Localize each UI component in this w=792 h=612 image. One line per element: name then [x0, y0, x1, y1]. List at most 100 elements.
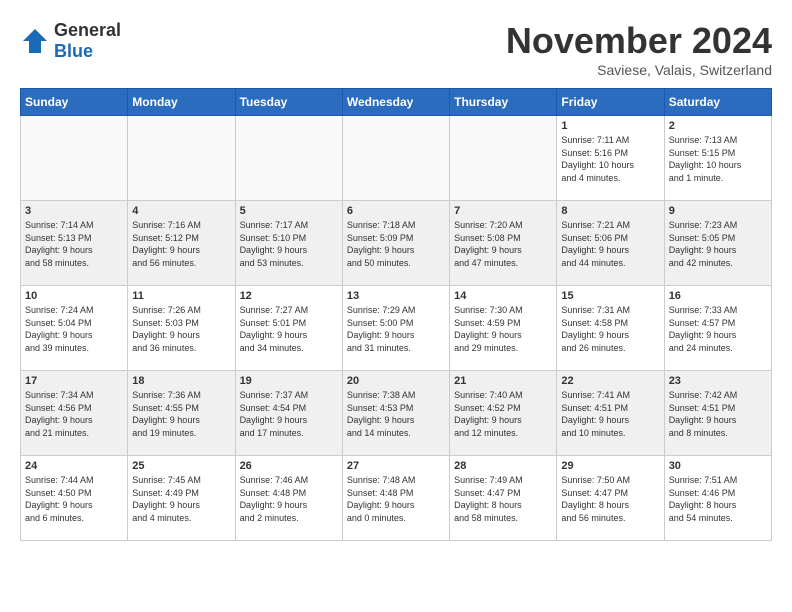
day-info: Sunrise: 7:29 AM Sunset: 5:00 PM Dayligh…: [347, 304, 445, 354]
calendar-week-row: 24Sunrise: 7:44 AM Sunset: 4:50 PM Dayli…: [21, 456, 772, 541]
calendar-week-row: 10 Sunrise: 7:24 AM Sunset: 5:04 PM Dayli…: [21, 286, 772, 371]
weekday-header-cell: Wednesday: [342, 89, 449, 116]
calendar-day-cell: 7 Sunrise: 7:20 AM Sunset: 5:08 PM Daylig…: [450, 201, 557, 286]
day-info: Sunrise: 7:31 AM Sunset: 4:58 PM Dayligh…: [561, 304, 659, 354]
calendar-body: 1 Sunrise: 7:11 AM Sunset: 5:16 PM Daylig…: [21, 116, 772, 541]
month-title: November 2024: [506, 20, 772, 62]
calendar-day-cell: 8 Sunrise: 7:21 AM Sunset: 5:06 PM Daylig…: [557, 201, 664, 286]
day-number: 8: [561, 205, 659, 217]
weekday-header-row: SundayMondayTuesdayWednesdayThursdayFrid…: [21, 89, 772, 116]
day-info: Sunrise: 7:20 AM Sunset: 5:08 PM Dayligh…: [454, 219, 552, 269]
day-info: Sunrise: 7:18 AM Sunset: 5:09 PM Dayligh…: [347, 219, 445, 269]
calendar-day-cell: 19 Sunrise: 7:37 AM Sunset: 4:54 PM Dayli…: [235, 371, 342, 456]
day-number: 20: [347, 375, 445, 387]
calendar-day-cell: [450, 116, 557, 201]
day-number: 10: [25, 290, 123, 302]
day-number: 26: [240, 460, 338, 472]
day-info: Sunrise: 7:40 AM Sunset: 4:52 PM Dayligh…: [454, 389, 552, 439]
day-info: Sunrise: 7:23 AM Sunset: 5:05 PM Dayligh…: [669, 219, 767, 269]
day-number: 27: [347, 460, 445, 472]
day-number: 7: [454, 205, 552, 217]
calendar-day-cell: [342, 116, 449, 201]
day-info: Sunrise: 7:50 AM Sunset: 4:47 PM Dayligh…: [561, 474, 659, 524]
day-number: 3: [25, 205, 123, 217]
location-subtitle: Saviese, Valais, Switzerland: [506, 62, 772, 78]
calendar-day-cell: 14 Sunrise: 7:30 AM Sunset: 4:59 PM Dayli…: [450, 286, 557, 371]
calendar-day-cell: 9 Sunrise: 7:23 AM Sunset: 5:05 PM Daylig…: [664, 201, 771, 286]
logo: General Blue: [20, 20, 121, 62]
day-info: Sunrise: 7:34 AM Sunset: 4:56 PM Dayligh…: [25, 389, 123, 439]
day-number: 6: [347, 205, 445, 217]
calendar-day-cell: 30 Sunrise: 7:51 AM Sunset: 4:46 PM Dayli…: [664, 456, 771, 541]
calendar-week-row: 1 Sunrise: 7:11 AM Sunset: 5:16 PM Daylig…: [21, 116, 772, 201]
calendar-day-cell: 17Sunrise: 7:34 AM Sunset: 4:56 PM Dayli…: [21, 371, 128, 456]
calendar-day-cell: 21 Sunrise: 7:40 AM Sunset: 4:52 PM Dayli…: [450, 371, 557, 456]
day-number: 9: [669, 205, 767, 217]
day-number: 13: [347, 290, 445, 302]
day-info: Sunrise: 7:49 AM Sunset: 4:47 PM Dayligh…: [454, 474, 552, 524]
calendar-day-cell: 10 Sunrise: 7:24 AM Sunset: 5:04 PM Dayli…: [21, 286, 128, 371]
day-number: 4: [132, 205, 230, 217]
day-number: 2: [669, 120, 767, 132]
calendar-week-row: 3Sunrise: 7:14 AM Sunset: 5:13 PM Daylig…: [21, 201, 772, 286]
calendar-day-cell: [21, 116, 128, 201]
title-area: November 2024 Saviese, Valais, Switzerla…: [506, 20, 772, 78]
day-number: 22: [561, 375, 659, 387]
day-info: Sunrise: 7:24 AM Sunset: 5:04 PM Dayligh…: [25, 304, 123, 354]
calendar-week-row: 17Sunrise: 7:34 AM Sunset: 4:56 PM Dayli…: [21, 371, 772, 456]
day-info: Sunrise: 7:30 AM Sunset: 4:59 PM Dayligh…: [454, 304, 552, 354]
calendar-day-cell: 18Sunrise: 7:36 AM Sunset: 4:55 PM Dayli…: [128, 371, 235, 456]
calendar-day-cell: 29 Sunrise: 7:50 AM Sunset: 4:47 PM Dayli…: [557, 456, 664, 541]
calendar-day-cell: 22Sunrise: 7:41 AM Sunset: 4:51 PM Dayli…: [557, 371, 664, 456]
day-info: Sunrise: 7:17 AM Sunset: 5:10 PM Dayligh…: [240, 219, 338, 269]
calendar-day-cell: 27 Sunrise: 7:48 AM Sunset: 4:48 PM Dayli…: [342, 456, 449, 541]
day-number: 5: [240, 205, 338, 217]
day-info: Sunrise: 7:46 AM Sunset: 4:48 PM Dayligh…: [240, 474, 338, 524]
day-info: Sunrise: 7:42 AM Sunset: 4:51 PM Dayligh…: [669, 389, 767, 439]
day-number: 19: [240, 375, 338, 387]
calendar-day-cell: [128, 116, 235, 201]
calendar-day-cell: 11 Sunrise: 7:26 AM Sunset: 5:03 PM Dayli…: [128, 286, 235, 371]
calendar-day-cell: 23 Sunrise: 7:42 AM Sunset: 4:51 PM Dayli…: [664, 371, 771, 456]
day-info: Sunrise: 7:11 AM Sunset: 5:16 PM Dayligh…: [561, 134, 659, 184]
day-number: 1: [561, 120, 659, 132]
day-number: 21: [454, 375, 552, 387]
day-info: Sunrise: 7:37 AM Sunset: 4:54 PM Dayligh…: [240, 389, 338, 439]
day-info: Sunrise: 7:21 AM Sunset: 5:06 PM Dayligh…: [561, 219, 659, 269]
calendar-day-cell: 6 Sunrise: 7:18 AM Sunset: 5:09 PM Daylig…: [342, 201, 449, 286]
day-number: 15: [561, 290, 659, 302]
day-info: Sunrise: 7:51 AM Sunset: 4:46 PM Dayligh…: [669, 474, 767, 524]
day-info: Sunrise: 7:33 AM Sunset: 4:57 PM Dayligh…: [669, 304, 767, 354]
calendar-day-cell: 25Sunrise: 7:45 AM Sunset: 4:49 PM Dayli…: [128, 456, 235, 541]
day-info: Sunrise: 7:36 AM Sunset: 4:55 PM Dayligh…: [132, 389, 230, 439]
calendar-day-cell: 16 Sunrise: 7:33 AM Sunset: 4:57 PM Dayli…: [664, 286, 771, 371]
day-info: Sunrise: 7:48 AM Sunset: 4:48 PM Dayligh…: [347, 474, 445, 524]
day-number: 29: [561, 460, 659, 472]
calendar-day-cell: 15 Sunrise: 7:31 AM Sunset: 4:58 PM Dayli…: [557, 286, 664, 371]
calendar-day-cell: 28 Sunrise: 7:49 AM Sunset: 4:47 PM Dayli…: [450, 456, 557, 541]
day-number: 30: [669, 460, 767, 472]
day-number: 11: [132, 290, 230, 302]
calendar-day-cell: 3Sunrise: 7:14 AM Sunset: 5:13 PM Daylig…: [21, 201, 128, 286]
calendar-day-cell: 13 Sunrise: 7:29 AM Sunset: 5:00 PM Dayli…: [342, 286, 449, 371]
day-info: Sunrise: 7:26 AM Sunset: 5:03 PM Dayligh…: [132, 304, 230, 354]
calendar-day-cell: 26 Sunrise: 7:46 AM Sunset: 4:48 PM Dayli…: [235, 456, 342, 541]
day-number: 24: [25, 460, 123, 472]
weekday-header-cell: Monday: [128, 89, 235, 116]
weekday-header-cell: Tuesday: [235, 89, 342, 116]
calendar-day-cell: [235, 116, 342, 201]
calendar-day-cell: 24Sunrise: 7:44 AM Sunset: 4:50 PM Dayli…: [21, 456, 128, 541]
day-info: Sunrise: 7:27 AM Sunset: 5:01 PM Dayligh…: [240, 304, 338, 354]
calendar-day-cell: 20Sunrise: 7:38 AM Sunset: 4:53 PM Dayli…: [342, 371, 449, 456]
day-info: Sunrise: 7:16 AM Sunset: 5:12 PM Dayligh…: [132, 219, 230, 269]
logo-blue: Blue: [54, 41, 93, 61]
day-number: 28: [454, 460, 552, 472]
day-info: Sunrise: 7:13 AM Sunset: 5:15 PM Dayligh…: [669, 134, 767, 184]
calendar-day-cell: 5 Sunrise: 7:17 AM Sunset: 5:10 PM Daylig…: [235, 201, 342, 286]
day-number: 23: [669, 375, 767, 387]
day-number: 12: [240, 290, 338, 302]
day-number: 25: [132, 460, 230, 472]
calendar-day-cell: 4 Sunrise: 7:16 AM Sunset: 5:12 PM Daylig…: [128, 201, 235, 286]
day-number: 16: [669, 290, 767, 302]
day-number: 14: [454, 290, 552, 302]
